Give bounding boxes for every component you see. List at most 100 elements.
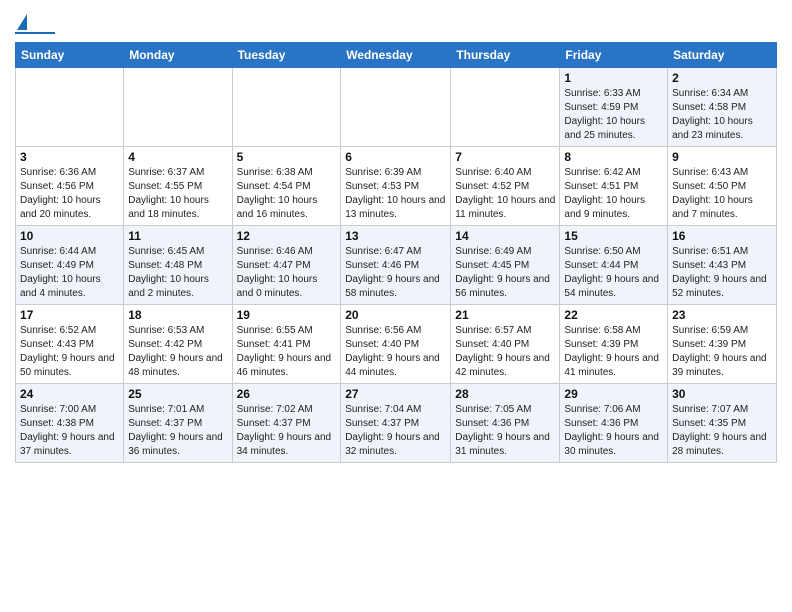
day-info: Sunrise: 6:56 AM Sunset: 4:40 PM Dayligh… <box>345 324 446 380</box>
calendar-week-row: 10Sunrise: 6:44 AM Sunset: 4:49 PM Dayli… <box>16 226 777 305</box>
day-info: Sunrise: 6:36 AM Sunset: 4:56 PM Dayligh… <box>20 166 119 222</box>
calendar-cell: 17 Sunrise: 6:52 AM Sunset: 4:43 PM Dayli… <box>16 305 124 384</box>
day-number: 30 <box>672 387 772 401</box>
header <box>15 10 777 34</box>
calendar-week-row: 1 Sunrise: 6:33 AM Sunset: 4:59 PM Daylig… <box>16 68 777 147</box>
day-number: 17 <box>20 308 119 322</box>
day-info: Sunrise: 6:49 AM Sunset: 4:45 PM Dayligh… <box>455 245 555 301</box>
calendar-cell: 15 Sunrise: 6:50 AM Sunset: 4:44 PM Dayli… <box>560 226 668 305</box>
day-number: 2 <box>672 71 772 85</box>
day-number: 16 <box>672 229 772 243</box>
day-info: Sunrise: 6:33 AM Sunset: 4:59 PM Dayligh… <box>564 87 663 143</box>
calendar-week-row: 24Sunrise: 7:00 AM Sunset: 4:38 PM Dayli… <box>16 384 777 463</box>
day-info: Sunrise: 6:38 AM Sunset: 4:54 PM Dayligh… <box>237 166 337 222</box>
page: SundayMondayTuesdayWednesdayThursdayFrid… <box>0 0 792 478</box>
calendar-cell: 12 Sunrise: 6:46 AM Sunset: 4:47 PM Dayli… <box>232 226 341 305</box>
day-info: Sunrise: 6:55 AM Sunset: 4:41 PM Dayligh… <box>237 324 337 380</box>
day-info: Sunrise: 6:39 AM Sunset: 4:53 PM Dayligh… <box>345 166 446 222</box>
day-info: Sunrise: 6:40 AM Sunset: 4:52 PM Dayligh… <box>455 166 555 222</box>
day-info: Sunrise: 6:44 AM Sunset: 4:49 PM Dayligh… <box>20 245 119 301</box>
day-info: Sunrise: 6:58 AM Sunset: 4:39 PM Dayligh… <box>564 324 663 380</box>
day-info: Sunrise: 6:51 AM Sunset: 4:43 PM Dayligh… <box>672 245 772 301</box>
day-info: Sunrise: 6:34 AM Sunset: 4:58 PM Dayligh… <box>672 87 772 143</box>
weekday-header-monday: Monday <box>124 43 232 68</box>
day-number: 20 <box>345 308 446 322</box>
day-info: Sunrise: 6:57 AM Sunset: 4:40 PM Dayligh… <box>455 324 555 380</box>
calendar-cell: 3 Sunrise: 6:36 AM Sunset: 4:56 PM Daylig… <box>16 147 124 226</box>
calendar-cell <box>16 68 124 147</box>
calendar-cell: 13 Sunrise: 6:47 AM Sunset: 4:46 PM Dayli… <box>341 226 451 305</box>
calendar-cell: 29 Sunrise: 7:06 AM Sunset: 4:36 PM Dayli… <box>560 384 668 463</box>
day-number: 15 <box>564 229 663 243</box>
day-number: 14 <box>455 229 555 243</box>
day-number: 29 <box>564 387 663 401</box>
day-number: 3 <box>20 150 119 164</box>
calendar-cell <box>451 68 560 147</box>
day-number: 23 <box>672 308 772 322</box>
calendar-cell: 27 Sunrise: 7:04 AM Sunset: 4:37 PM Dayli… <box>341 384 451 463</box>
calendar-cell: 8 Sunrise: 6:42 AM Sunset: 4:51 PM Daylig… <box>560 147 668 226</box>
day-info: Sunrise: 6:43 AM Sunset: 4:50 PM Dayligh… <box>672 166 772 222</box>
day-number: 27 <box>345 387 446 401</box>
calendar-cell: 10Sunrise: 6:44 AM Sunset: 4:49 PM Dayli… <box>16 226 124 305</box>
day-info: Sunrise: 6:42 AM Sunset: 4:51 PM Dayligh… <box>564 166 663 222</box>
weekday-header-wednesday: Wednesday <box>341 43 451 68</box>
day-number: 5 <box>237 150 337 164</box>
day-number: 8 <box>564 150 663 164</box>
day-info: Sunrise: 7:04 AM Sunset: 4:37 PM Dayligh… <box>345 403 446 459</box>
day-number: 1 <box>564 71 663 85</box>
day-number: 13 <box>345 229 446 243</box>
logo-underline <box>15 32 55 34</box>
weekday-header-sunday: Sunday <box>16 43 124 68</box>
day-info: Sunrise: 7:01 AM Sunset: 4:37 PM Dayligh… <box>128 403 227 459</box>
calendar-cell: 28Sunrise: 7:05 AM Sunset: 4:36 PM Dayli… <box>451 384 560 463</box>
calendar-cell: 1 Sunrise: 6:33 AM Sunset: 4:59 PM Daylig… <box>560 68 668 147</box>
day-number: 6 <box>345 150 446 164</box>
day-info: Sunrise: 6:37 AM Sunset: 4:55 PM Dayligh… <box>128 166 227 222</box>
calendar-cell <box>124 68 232 147</box>
day-number: 12 <box>237 229 337 243</box>
day-info: Sunrise: 6:46 AM Sunset: 4:47 PM Dayligh… <box>237 245 337 301</box>
calendar-cell: 18 Sunrise: 6:53 AM Sunset: 4:42 PM Dayli… <box>124 305 232 384</box>
day-number: 26 <box>237 387 337 401</box>
calendar-cell: 21 Sunrise: 6:57 AM Sunset: 4:40 PM Dayli… <box>451 305 560 384</box>
day-info: Sunrise: 6:47 AM Sunset: 4:46 PM Dayligh… <box>345 245 446 301</box>
calendar-cell <box>341 68 451 147</box>
calendar-header-row: SundayMondayTuesdayWednesdayThursdayFrid… <box>16 43 777 68</box>
calendar-cell: 19Sunrise: 6:55 AM Sunset: 4:41 PM Dayli… <box>232 305 341 384</box>
weekday-header-tuesday: Tuesday <box>232 43 341 68</box>
day-info: Sunrise: 6:50 AM Sunset: 4:44 PM Dayligh… <box>564 245 663 301</box>
logo <box>15 10 55 34</box>
day-info: Sunrise: 6:52 AM Sunset: 4:43 PM Dayligh… <box>20 324 119 380</box>
calendar-cell: 2 Sunrise: 6:34 AM Sunset: 4:58 PM Daylig… <box>668 68 777 147</box>
day-info: Sunrise: 6:45 AM Sunset: 4:48 PM Dayligh… <box>128 245 227 301</box>
calendar-week-row: 3 Sunrise: 6:36 AM Sunset: 4:56 PM Daylig… <box>16 147 777 226</box>
day-number: 24 <box>20 387 119 401</box>
calendar-cell: 22 Sunrise: 6:58 AM Sunset: 4:39 PM Dayli… <box>560 305 668 384</box>
calendar-cell: 16 Sunrise: 6:51 AM Sunset: 4:43 PM Dayli… <box>668 226 777 305</box>
calendar-cell: 9 Sunrise: 6:43 AM Sunset: 4:50 PM Daylig… <box>668 147 777 226</box>
calendar-table: SundayMondayTuesdayWednesdayThursdayFrid… <box>15 42 777 463</box>
calendar-cell: 20 Sunrise: 6:56 AM Sunset: 4:40 PM Dayli… <box>341 305 451 384</box>
calendar-cell: 14 Sunrise: 6:49 AM Sunset: 4:45 PM Dayli… <box>451 226 560 305</box>
day-number: 18 <box>128 308 227 322</box>
calendar-cell: 4Sunrise: 6:37 AM Sunset: 4:55 PM Daylig… <box>124 147 232 226</box>
day-number: 7 <box>455 150 555 164</box>
day-number: 9 <box>672 150 772 164</box>
calendar-cell: 30Sunrise: 7:07 AM Sunset: 4:35 PM Dayli… <box>668 384 777 463</box>
day-number: 21 <box>455 308 555 322</box>
day-number: 22 <box>564 308 663 322</box>
day-info: Sunrise: 7:06 AM Sunset: 4:36 PM Dayligh… <box>564 403 663 459</box>
day-info: Sunrise: 6:59 AM Sunset: 4:39 PM Dayligh… <box>672 324 772 380</box>
day-info: Sunrise: 6:53 AM Sunset: 4:42 PM Dayligh… <box>128 324 227 380</box>
day-info: Sunrise: 7:05 AM Sunset: 4:36 PM Dayligh… <box>455 403 555 459</box>
weekday-header-saturday: Saturday <box>668 43 777 68</box>
calendar-cell: 23 Sunrise: 6:59 AM Sunset: 4:39 PM Dayli… <box>668 305 777 384</box>
calendar-cell: 5 Sunrise: 6:38 AM Sunset: 4:54 PM Daylig… <box>232 147 341 226</box>
calendar-cell <box>232 68 341 147</box>
calendar-cell: 6 Sunrise: 6:39 AM Sunset: 4:53 PM Daylig… <box>341 147 451 226</box>
day-number: 11 <box>128 229 227 243</box>
weekday-header-friday: Friday <box>560 43 668 68</box>
weekday-header-thursday: Thursday <box>451 43 560 68</box>
calendar-cell: 24Sunrise: 7:00 AM Sunset: 4:38 PM Dayli… <box>16 384 124 463</box>
